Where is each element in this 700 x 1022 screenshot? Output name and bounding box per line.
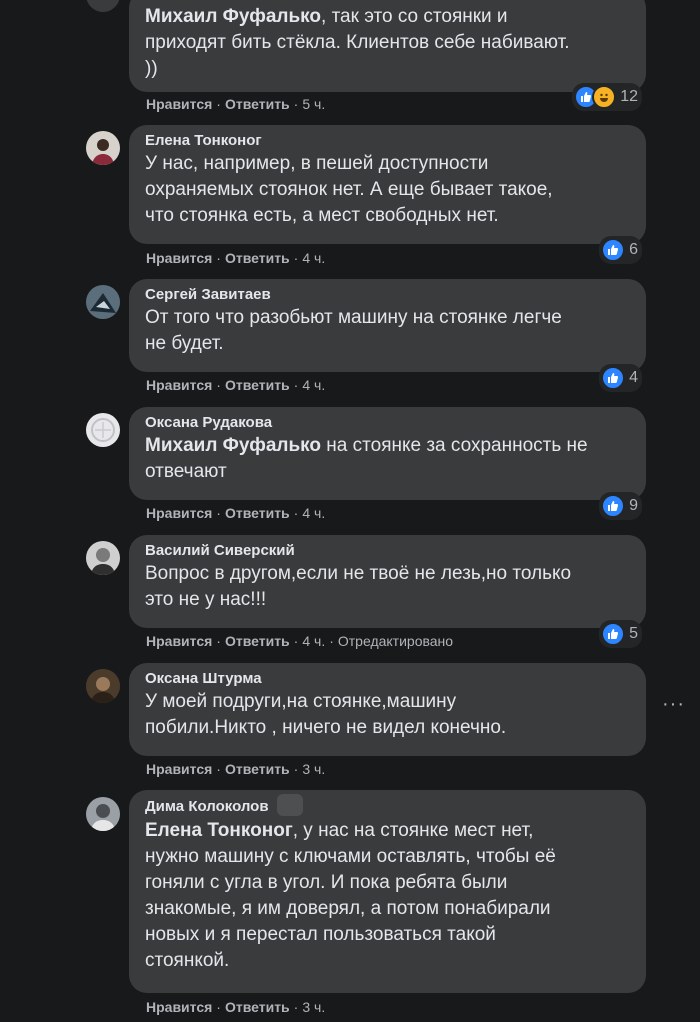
reaction-count: 5	[629, 625, 638, 642]
mention-link[interactable]: Елена Тонконог	[145, 820, 293, 841]
comment-actions: Нравится · Ответить · 3 ч.	[146, 999, 326, 1015]
author-name[interactable]: Оксана Рудакова	[145, 413, 632, 433]
comment-text: Вопрос в другом,если не твоё не лезь,но …	[145, 563, 572, 610]
comment-bubble: Оксана Рудакова Михаил Фуфалько на стоян…	[129, 407, 646, 500]
timestamp[interactable]: 4 ч.	[302, 377, 325, 393]
reaction-summary[interactable]: 6	[599, 236, 642, 264]
timestamp[interactable]: 4 ч.	[302, 250, 325, 266]
reply-link[interactable]: Ответить	[225, 96, 290, 112]
avatar[interactable]	[86, 0, 120, 12]
comment-text: От того что разобьют машину на стоянке л…	[145, 307, 562, 354]
reaction-count: 4	[629, 369, 638, 386]
mention-link[interactable]: Михаил Фуфалько	[145, 6, 321, 27]
avatar[interactable]	[86, 413, 120, 447]
reaction-count: 9	[629, 497, 638, 514]
author-name: Дима Колоколов	[145, 794, 632, 818]
timestamp[interactable]: 4 ч.	[302, 505, 325, 521]
comment-actions: Нравится · Ответить · 4 ч. · Отредактировано	[146, 633, 454, 649]
like-link[interactable]: Нравится	[146, 505, 212, 521]
timestamp[interactable]: 4 ч.	[302, 633, 325, 649]
comment-bubble: Дима Колоколов Елена Тонконог, у нас на …	[129, 790, 646, 993]
author-name-link[interactable]: Дима Колоколов	[145, 798, 269, 815]
reaction-summary[interactable]: 12	[572, 83, 642, 111]
like-link[interactable]: Нравится	[146, 377, 212, 393]
like-link[interactable]: Нравится	[146, 999, 212, 1015]
comment-text: Михаил Фуфалько на стоянке за сохранност…	[145, 435, 588, 482]
reply-link[interactable]: Ответить	[225, 999, 290, 1015]
reaction-summary[interactable]: 9	[599, 492, 642, 520]
edited-label[interactable]: Отредактировано	[338, 633, 453, 649]
comment-text: У моей подруги,на стоянке,машину побили.…	[145, 691, 507, 738]
comment-text: Михаил Фуфалько, так это со стоянки и пр…	[145, 6, 570, 79]
comment-bubble: Елена Тонконог У нас, например, в пешей …	[129, 125, 646, 244]
comment-text: Елена Тонконог, у нас на стоянке мест не…	[145, 820, 556, 971]
avatar[interactable]	[86, 797, 120, 831]
reply-link[interactable]: Ответить	[225, 377, 290, 393]
like-link[interactable]: Нравится	[146, 250, 212, 266]
reaction-summary[interactable]: 5	[599, 620, 642, 648]
reaction-count: 6	[629, 241, 638, 258]
like-icon	[601, 622, 626, 646]
comment-actions: Нравится · Ответить · 4 ч.	[146, 377, 326, 393]
comment-bubble: Сергей Завитаев От того что разобьют маш…	[129, 279, 646, 372]
comment-bubble: Михаил Фуфалько, так это со стоянки и пр…	[129, 0, 646, 92]
author-name[interactable]: Василий Сиверский	[145, 541, 632, 561]
reply-link[interactable]: Ответить	[225, 505, 290, 521]
more-options-icon[interactable]: ···	[662, 693, 685, 716]
like-link[interactable]: Нравится	[146, 761, 212, 777]
avatar[interactable]	[86, 541, 120, 575]
comment-bubble: Василий Сиверский Вопрос в другом,если н…	[129, 535, 646, 628]
avatar[interactable]	[86, 285, 120, 319]
comment-actions: Нравится · Ответить · 4 ч.	[146, 250, 326, 266]
author-name[interactable]: Елена Тонконог	[145, 131, 632, 151]
mention-link[interactable]: Михаил Фуфалько	[145, 435, 321, 456]
like-icon	[601, 238, 626, 262]
reaction-count: 12	[620, 88, 638, 105]
comment-actions: Нравится · Ответить · 3 ч.	[146, 761, 326, 777]
avatar[interactable]	[86, 131, 120, 165]
avatar[interactable]	[86, 669, 120, 703]
like-icon	[601, 366, 626, 390]
author-name[interactable]: Оксана Штурма	[145, 669, 632, 689]
reply-link[interactable]: Ответить	[225, 633, 290, 649]
timestamp[interactable]: 5 ч.	[302, 96, 325, 112]
comment-actions: Нравится · Ответить · 5 ч.	[146, 96, 326, 112]
like-link[interactable]: Нравится	[146, 96, 212, 112]
reply-link[interactable]: Ответить	[225, 761, 290, 777]
reply-link[interactable]: Ответить	[225, 250, 290, 266]
haha-icon	[592, 85, 617, 109]
comment-actions: Нравится · Ответить · 4 ч.	[146, 505, 326, 521]
like-icon	[601, 494, 626, 518]
timestamp[interactable]: 3 ч.	[302, 761, 325, 777]
comment-bubble: Оксана Штурма У моей подруги,на стоянке,…	[129, 663, 646, 756]
community-badge-icon[interactable]	[276, 794, 303, 816]
author-name[interactable]: Сергей Завитаев	[145, 285, 632, 305]
comment-text: У нас, например, в пешей доступности охр…	[145, 153, 553, 226]
timestamp[interactable]: 3 ч.	[302, 999, 325, 1015]
like-link[interactable]: Нравится	[146, 633, 212, 649]
reaction-summary[interactable]: 4	[599, 364, 642, 392]
